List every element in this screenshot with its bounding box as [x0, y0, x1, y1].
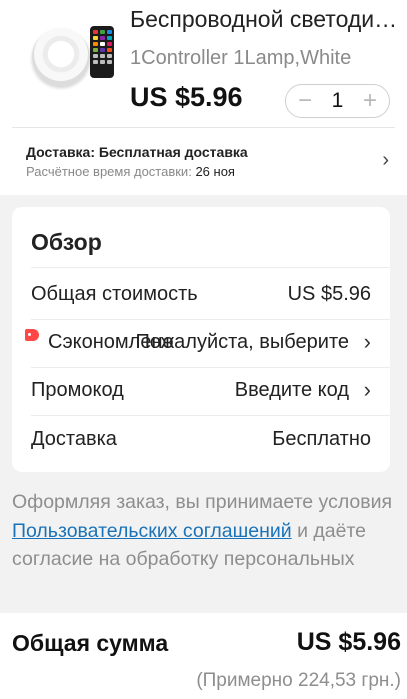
chevron-right-icon[interactable]: ›: [382, 149, 389, 172]
chevron-right-icon[interactable]: ›: [364, 377, 371, 403]
total-cost-value: US $5.96: [287, 283, 371, 305]
overview-title: Обзор: [31, 229, 102, 255]
quantity-stepper[interactable]: − 1 +: [285, 84, 390, 118]
grand-total-label: Общая сумма: [12, 630, 169, 656]
shipping-row: Доставка Бесплатно: [31, 428, 371, 458]
delivery-title: Доставка: Бесплатная доставка: [26, 144, 248, 160]
order-footer: Общая сумма US $5.96 (Примерно 224,53 гр…: [0, 613, 407, 699]
savings-row[interactable]: Сэкономлено Пожалуйста, выберите ›: [25, 329, 371, 361]
grand-total-value: US $5.96: [296, 628, 401, 656]
delivery-section[interactable]: Доставка: Бесплатная доставка Расчётное …: [0, 128, 407, 195]
legal-text-before: Оформляя заказ, вы принимаете условия: [12, 491, 393, 513]
remote-image: [90, 26, 114, 78]
divider: [31, 267, 390, 268]
divider: [31, 319, 390, 320]
savings-value[interactable]: Пожалуйста, выберите: [136, 331, 350, 354]
delivery-estimate-label: Расчётное время доставки:: [26, 164, 192, 179]
product-price: US $5.96: [130, 82, 243, 112]
quantity-value[interactable]: 1: [332, 89, 344, 113]
promo-code-input[interactable]: Введите код: [235, 379, 349, 402]
promo-code-label: Промокод: [31, 379, 124, 401]
chevron-right-icon[interactable]: ›: [364, 329, 371, 355]
shipping-label: Доставка: [31, 428, 117, 450]
legal-notice: Оформляя заказ, вы принимаете условия По…: [12, 488, 397, 574]
approx-local-price: (Примерно 224,53 грн.): [196, 670, 401, 691]
product-variant[interactable]: 1Controller 1Lamp,White: [130, 47, 351, 70]
delivery-estimate-date: 26 ноя: [195, 164, 235, 179]
delivery-estimate: Расчётное время доставки: 26 ноя: [26, 164, 235, 179]
product-title[interactable]: Беспроводной светодиодный светильник: [130, 6, 400, 33]
divider: [31, 367, 390, 368]
lamp-image: [32, 28, 90, 86]
total-cost-row: Общая стоимость US $5.96: [31, 283, 371, 313]
minus-icon[interactable]: −: [292, 89, 318, 113]
promo-code-row[interactable]: Промокод Введите код ›: [31, 377, 371, 409]
plus-icon[interactable]: +: [357, 89, 383, 113]
divider: [31, 415, 390, 416]
shipping-value: Бесплатно: [272, 428, 371, 450]
user-agreement-link[interactable]: Пользовательских соглашений: [12, 520, 292, 542]
coupon-tag-icon: [25, 329, 39, 341]
total-cost-label: Общая стоимость: [31, 283, 198, 305]
product-card[interactable]: Беспроводной светодиодный светильник 1Co…: [0, 0, 407, 128]
product-image[interactable]: [22, 20, 122, 86]
order-overview: Обзор Общая стоимость US $5.96 Сэкономле…: [12, 207, 390, 472]
